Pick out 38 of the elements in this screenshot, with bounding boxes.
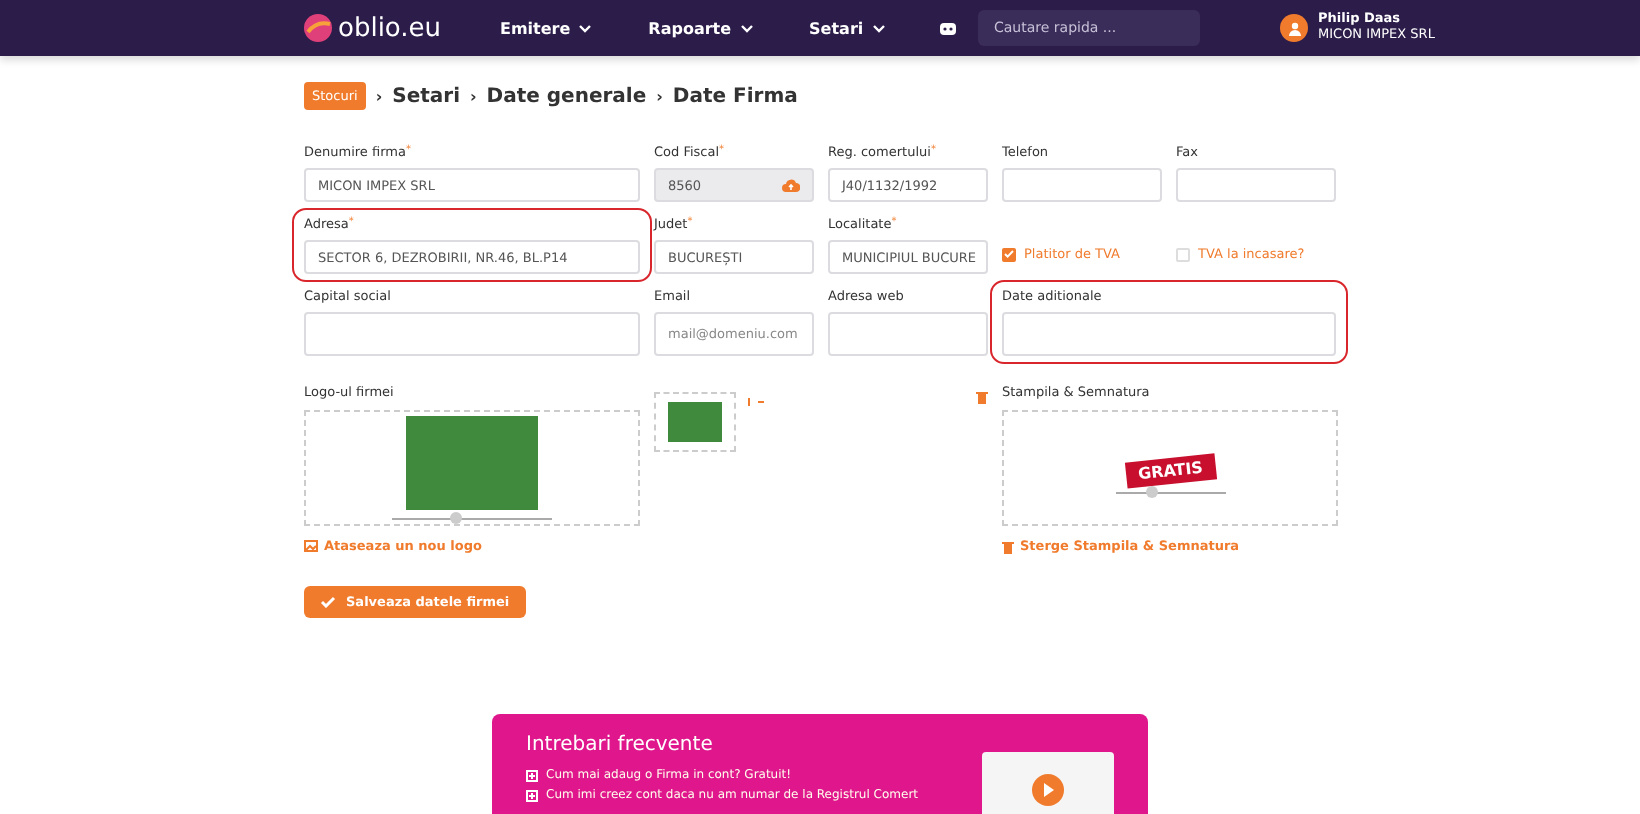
video-thumbnail[interactable] (982, 752, 1114, 814)
input-field[interactable] (1002, 168, 1162, 202)
input-field[interactable] (828, 312, 988, 356)
nav-menu-item[interactable]: Setari (809, 19, 886, 37)
breadcrumb-separator: › (656, 87, 663, 105)
logo-text[interactable]: oblio.eu (338, 13, 442, 43)
plus-square-icon (526, 769, 538, 781)
image-icon (304, 540, 318, 552)
chevron-down-icon (871, 23, 886, 33)
trash-icon[interactable] (976, 390, 988, 404)
chevron-down-icon (578, 23, 593, 33)
breadcrumb-item[interactable]: Date generale (486, 85, 647, 107)
breadcrumb-separator: › (375, 87, 383, 105)
photo-placeholder (406, 415, 538, 510)
breadcrumb-separator: › (470, 87, 477, 105)
input-field[interactable] (1002, 312, 1336, 356)
user-avatar[interactable] (1280, 14, 1308, 42)
logo-preview (654, 392, 736, 452)
nav-menu-item[interactable]: Rapoarte (648, 19, 754, 37)
trash-icon (1002, 539, 1014, 553)
input-field[interactable] (304, 312, 640, 356)
stamp-dropzone[interactable]: GRATIS (1002, 410, 1338, 526)
checkbox[interactable] (1002, 247, 1016, 261)
slider-handle[interactable] (1145, 486, 1158, 499)
check-icon (320, 596, 336, 608)
slider-handle[interactable] (450, 512, 462, 525)
robot-icon[interactable] (938, 20, 958, 36)
breadcrumb-item[interactable]: Setari (392, 85, 460, 107)
logo-icon (304, 14, 332, 42)
nav-menu-item[interactable]: Emitere (500, 19, 593, 37)
input-field[interactable] (1176, 168, 1336, 202)
plus-square-icon (526, 789, 538, 801)
breadcrumb-item[interactable]: Date Firma (672, 85, 798, 107)
logo-dropzone[interactable] (304, 410, 640, 526)
gratis-stamp: GRATIS (1124, 452, 1216, 489)
faq-title: Intrebari frecvente (526, 734, 715, 756)
chevron-down-icon (739, 23, 754, 33)
play-icon[interactable] (1032, 774, 1064, 806)
